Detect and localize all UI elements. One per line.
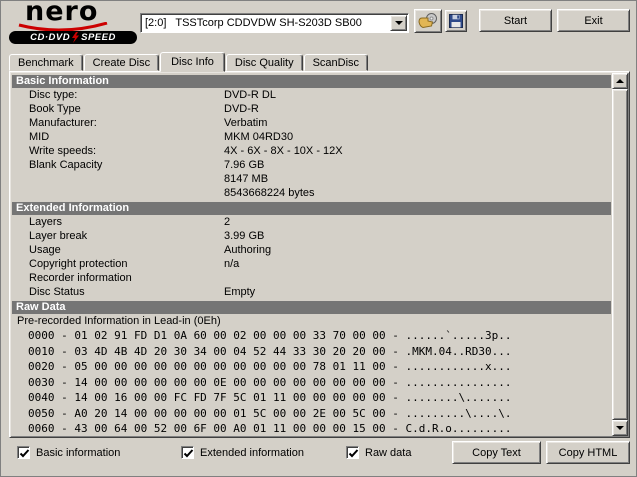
tab-disc-info[interactable]: Disc Info bbox=[160, 52, 225, 72]
check-icon bbox=[183, 449, 194, 458]
info-value: 8543668224 bytes bbox=[224, 187, 315, 199]
info-label: Write speeds: bbox=[29, 145, 97, 157]
nero-logo: nero CD·DVD SPEED bbox=[9, 0, 139, 46]
scroll-up-button[interactable] bbox=[612, 73, 628, 89]
info-label: Layer break bbox=[29, 230, 88, 242]
hex-line-0050: 0050 - A0 20 14 00 00 00 00 00 01 5C 00 … bbox=[28, 406, 512, 420]
info-value: DVD-R bbox=[224, 103, 259, 115]
info-value: n/a bbox=[224, 258, 240, 270]
info-value: 2 bbox=[224, 216, 231, 228]
info-label: Usage bbox=[29, 244, 61, 256]
section-header-raw-data: Raw Data bbox=[12, 301, 611, 314]
vertical-scrollbar[interactable] bbox=[612, 73, 628, 436]
scrollbar-thumb[interactable] bbox=[612, 89, 628, 420]
info-value: Verbatim bbox=[224, 117, 268, 129]
checkbox-label: Raw data bbox=[365, 446, 412, 459]
info-row-recorder-information: Recorder information bbox=[12, 271, 611, 285]
info-value: DVD-R DL bbox=[224, 89, 276, 101]
lightning-icon bbox=[72, 32, 80, 43]
hex-line-0030: 0030 - 14 00 00 00 00 00 00 0E 00 00 00 … bbox=[28, 375, 512, 389]
hex-line-0020: 0020 - 05 00 00 00 00 00 00 00 00 00 00 … bbox=[28, 360, 512, 373]
info-row-layer-break: Layer break 3.99 GB bbox=[12, 229, 611, 243]
eject-disc-button[interactable] bbox=[414, 9, 442, 33]
arrow-down-icon bbox=[616, 426, 624, 430]
info-row-write-speeds: Write speeds: 4X - 6X - 8X - 10X - 12X bbox=[12, 144, 611, 158]
banner-cd-dvd-label: CD·DVD bbox=[30, 32, 71, 43]
info-value: MKM 04RD30 bbox=[224, 131, 294, 143]
hex-line-0000: 0000 - 01 02 91 FD D1 0A 60 00 02 00 00 … bbox=[28, 329, 512, 342]
info-row-capacity-bytes: 8543668224 bytes bbox=[12, 186, 611, 200]
info-value: Empty bbox=[224, 286, 256, 298]
checkbox-box[interactable] bbox=[181, 446, 194, 459]
checkbox-box[interactable] bbox=[17, 446, 30, 459]
raw-data-subtitle: Pre-recorded Information in Lead-in (0Eh… bbox=[17, 315, 221, 327]
raw-data-checkbox[interactable]: Raw data bbox=[346, 446, 411, 459]
hex-line-0040: 0040 - 14 00 16 00 00 FC FD 7F 5C 01 11 … bbox=[28, 391, 512, 404]
scroll-down-button[interactable] bbox=[612, 420, 628, 436]
info-row-copyright-protection: Copyright protection n/a bbox=[12, 257, 611, 271]
info-label: MID bbox=[29, 131, 50, 143]
info-value: Authoring bbox=[224, 244, 272, 256]
check-icon bbox=[348, 449, 359, 458]
chevron-down-icon bbox=[394, 21, 403, 25]
nero-cd-dvd-speed-window: nero CD·DVD SPEED [2:0] TSSTcorp CDDVDW … bbox=[0, 0, 637, 477]
info-label: Manufacturer: bbox=[29, 117, 97, 129]
info-label: Disc Status bbox=[29, 286, 85, 298]
hex-line-0010: 0010 - 03 4D 4B 4D 20 30 34 00 04 52 44 … bbox=[28, 344, 512, 358]
info-row-disc-status: Disc Status Empty bbox=[12, 285, 611, 299]
checkbox-label: Extended information bbox=[200, 446, 304, 459]
hex-line-0060: 0060 - 43 00 64 00 52 00 6F 00 A0 01 11 … bbox=[28, 422, 512, 435]
info-row-mid: MID MKM 04RD30 bbox=[12, 130, 611, 144]
info-label: Copyright protection bbox=[29, 258, 128, 270]
banner-speed-label: SPEED bbox=[81, 32, 116, 43]
extended-information-checkbox[interactable]: Extended information bbox=[181, 446, 304, 459]
tab-disc-quality[interactable]: Disc Quality bbox=[225, 54, 303, 71]
cd-dvd-speed-banner: CD·DVD SPEED bbox=[9, 31, 137, 44]
info-value: 8147 MB bbox=[224, 173, 269, 185]
drive-selector-dropdown-button[interactable] bbox=[390, 15, 407, 31]
info-label: Disc type: bbox=[29, 89, 78, 101]
exit-button[interactable]: Exit bbox=[557, 9, 630, 32]
info-value: 7.96 GB bbox=[224, 159, 265, 171]
info-row-book-type: Book Type DVD-R bbox=[12, 102, 611, 116]
tab-benchmark[interactable]: Benchmark bbox=[9, 54, 83, 71]
tab-create-disc[interactable]: Create Disc bbox=[83, 54, 160, 71]
check-icon bbox=[19, 449, 30, 458]
copy-html-button[interactable]: Copy HTML bbox=[546, 441, 630, 464]
save-button[interactable] bbox=[445, 10, 467, 32]
info-row-capacity-mb: 8147 MB bbox=[12, 172, 611, 186]
disc-info-content: Basic Information Disc type: DVD-R DL Bo… bbox=[12, 74, 611, 435]
basic-information-checkbox[interactable]: Basic information bbox=[17, 446, 120, 459]
hand-disc-icon bbox=[418, 12, 437, 28]
hex-dump: 0000 - 01 02 91 FD D1 0A 60 00 02 00 00 … bbox=[12, 328, 611, 435]
drive-selector-value: [2:0] TSSTcorp CDDVDW SH-S203D SB00 bbox=[145, 17, 362, 29]
copy-text-button[interactable]: Copy Text bbox=[452, 441, 541, 464]
info-row-manufacturer: Manufacturer: Verbatim bbox=[12, 116, 611, 130]
disc-info-page: Basic Information Disc type: DVD-R DL Bo… bbox=[9, 71, 630, 438]
info-row-usage: Usage Authoring bbox=[12, 243, 611, 257]
info-row-disc-type: Disc type: DVD-R DL bbox=[12, 88, 611, 102]
info-label: Blank Capacity bbox=[29, 159, 103, 171]
drive-selector[interactable]: [2:0] TSSTcorp CDDVDW SH-S203D SB00 bbox=[140, 13, 409, 33]
tab-bar: Benchmark Create Disc Disc Info Disc Qua… bbox=[9, 52, 369, 72]
tab-scandisc[interactable]: ScanDisc bbox=[303, 54, 369, 71]
info-label: Layers bbox=[29, 216, 63, 228]
checkbox-label: Basic information bbox=[36, 446, 121, 459]
arrow-up-icon bbox=[616, 79, 624, 83]
info-row-blank-capacity: Blank Capacity 7.96 GB bbox=[12, 158, 611, 172]
info-label: Recorder information bbox=[29, 272, 132, 284]
info-label: Book Type bbox=[29, 103, 81, 115]
floppy-disk-icon bbox=[449, 14, 463, 28]
info-value: 3.99 GB bbox=[224, 230, 265, 242]
section-header-basic-information: Basic Information bbox=[12, 75, 611, 88]
info-row-layers: Layers 2 bbox=[12, 215, 611, 229]
start-button[interactable]: Start bbox=[479, 9, 552, 32]
section-header-extended-information: Extended Information bbox=[12, 202, 611, 215]
info-value: 4X - 6X - 8X - 10X - 12X bbox=[224, 145, 343, 157]
checkbox-box[interactable] bbox=[346, 446, 359, 459]
